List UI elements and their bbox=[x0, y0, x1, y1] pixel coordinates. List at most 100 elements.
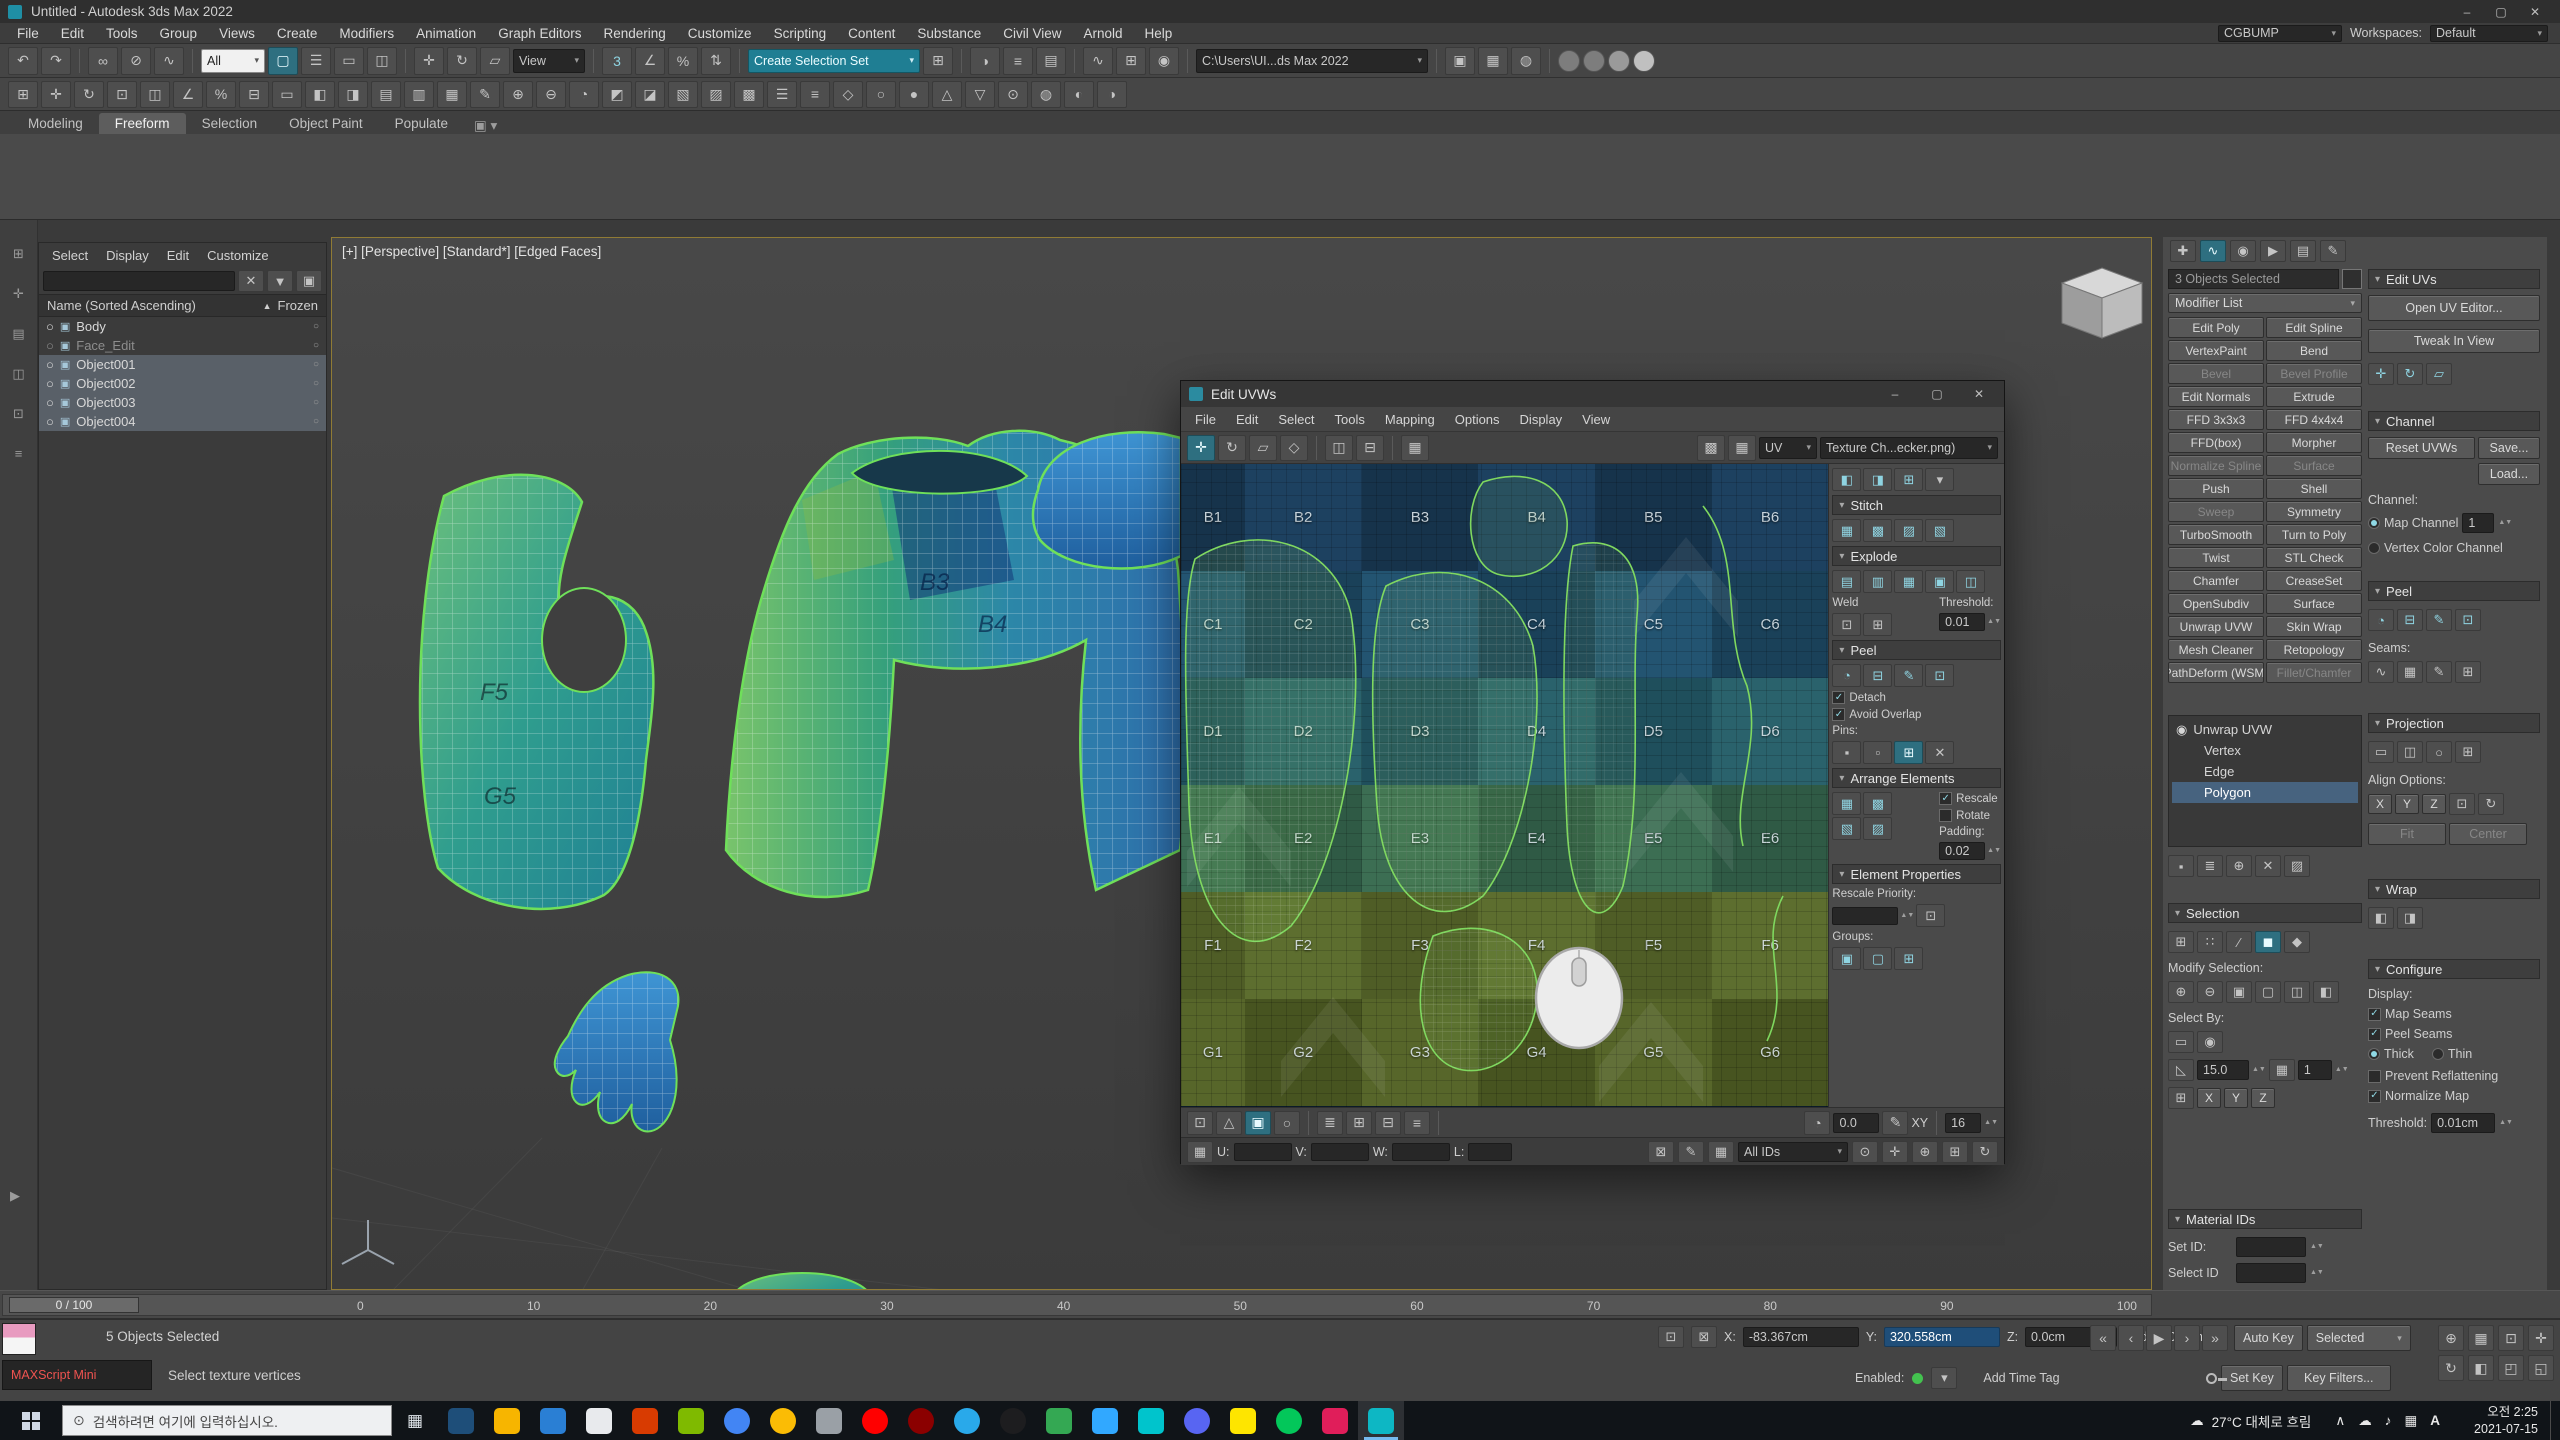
taskbar-app-icon[interactable] bbox=[760, 1401, 806, 1440]
tab-hierarchy-icon[interactable]: ◉ bbox=[2230, 240, 2256, 262]
menu-item[interactable]: Tools bbox=[95, 26, 149, 41]
uv-grid-cell[interactable]: D3 bbox=[1362, 678, 1479, 785]
checker-pattern-icon[interactable]: ▦ bbox=[1728, 435, 1756, 461]
modifier-button[interactable]: FFD 4x4x4 bbox=[2266, 409, 2362, 430]
uv-grid-cell[interactable]: F1 bbox=[1181, 892, 1245, 999]
uv-grid-cell[interactable]: B6 bbox=[1712, 464, 1829, 571]
field-of-view-icon[interactable]: ◧ bbox=[2468, 1355, 2494, 1381]
peel-mode-icon[interactable]: ⊟ bbox=[1863, 664, 1892, 687]
explorer-menu-item[interactable]: Customize bbox=[198, 248, 277, 263]
modifier-button[interactable]: Bevel bbox=[2168, 363, 2264, 384]
spinner-icon[interactable]: ▲▼ bbox=[2498, 520, 2512, 526]
next-frame-icon[interactable]: › bbox=[2174, 1325, 2200, 1351]
list-item[interactable]: ○▣Object004○ bbox=[39, 412, 326, 431]
ungroup-icon[interactable]: ▢ bbox=[1863, 947, 1892, 970]
object-name-field[interactable]: 3 Objects Selected bbox=[2168, 269, 2339, 289]
taskbar-app-icon[interactable] bbox=[530, 1401, 576, 1440]
select-plus-icon[interactable]: ⊞ bbox=[2168, 931, 2194, 953]
reset-peel-icon[interactable]: ⊡ bbox=[1925, 664, 1954, 687]
mirror-horizontal-icon[interactable]: ◫ bbox=[1325, 435, 1353, 461]
map-channel-radio[interactable] bbox=[2368, 517, 2380, 529]
add-time-tag-label[interactable]: Add Time Tag bbox=[1983, 1371, 2059, 1385]
toolbar2-icon[interactable]: ◩ bbox=[602, 81, 632, 108]
detach-edge-icon[interactable]: ▥ bbox=[1863, 570, 1892, 593]
zoom-region-icon[interactable]: ◰ bbox=[2498, 1355, 2524, 1381]
show-globe-icon[interactable]: ○ bbox=[1274, 1111, 1300, 1135]
stitch-average-icon[interactable]: ▩ bbox=[1863, 519, 1892, 542]
selection-lock-icon[interactable]: ⊠ bbox=[1691, 1326, 1717, 1348]
toolbar2-icon[interactable]: ↻ bbox=[74, 81, 104, 108]
toolbar2-icon[interactable]: ○ bbox=[866, 81, 896, 108]
axis-x-button[interactable]: X bbox=[2197, 1088, 2221, 1108]
quick-peel-icon[interactable]: ◔ bbox=[1832, 664, 1861, 687]
taskbar-app-icon-3dsmax-active[interactable] bbox=[1358, 1401, 1404, 1440]
wrap-cylinder-icon[interactable]: ◧ bbox=[2368, 907, 2394, 929]
peel-seams-checkbox[interactable]: ✓ bbox=[2368, 1028, 2381, 1041]
stack-sub-vertex[interactable]: Vertex bbox=[2172, 740, 2358, 761]
center-button[interactable]: Center bbox=[2449, 823, 2527, 845]
spinner-icon[interactable]: ▲▼ bbox=[2252, 1067, 2266, 1073]
strip-icon-move[interactable]: ✛ bbox=[13, 286, 24, 302]
stack-modifier-row[interactable]: ◉ Unwrap UVW bbox=[2172, 719, 2358, 740]
matid-select-icon[interactable]: ▦ bbox=[2269, 1059, 2295, 1081]
spherical-map-icon[interactable]: ○ bbox=[2426, 741, 2452, 763]
group-icon[interactable]: ▣ bbox=[1832, 947, 1861, 970]
configure-modifier-sets-icon[interactable]: ▨ bbox=[2284, 855, 2310, 877]
taskbar-app-icon[interactable] bbox=[484, 1401, 530, 1440]
uv-move-gizmo-icon[interactable]: ✛ bbox=[2368, 363, 2394, 385]
uv-grid-cell[interactable]: E2 bbox=[1245, 785, 1362, 892]
menu-item[interactable]: Animation bbox=[405, 26, 487, 41]
dialog-menu-item[interactable]: Options bbox=[1445, 412, 1510, 427]
zoom-view-icon[interactable]: ⊕ bbox=[1912, 1141, 1938, 1163]
strip-icon-grid[interactable]: ⊞ bbox=[13, 246, 24, 262]
toolbar2-icon[interactable]: ▧ bbox=[668, 81, 698, 108]
weld-selected-icon[interactable]: ⊡ bbox=[1832, 613, 1861, 636]
toolbar2-icon[interactable]: ◑ bbox=[1097, 81, 1127, 108]
toolbar2-icon[interactable]: ◔ bbox=[569, 81, 599, 108]
rotate-icon[interactable]: ↻ bbox=[447, 47, 477, 75]
uv-grid-cell[interactable]: C3 bbox=[1362, 571, 1479, 678]
make-unique-icon[interactable]: ⊕ bbox=[2226, 855, 2252, 877]
toolbar2-icon[interactable]: ◫ bbox=[140, 81, 170, 108]
uv-rotate-gizmo-icon[interactable]: ↻ bbox=[2397, 363, 2423, 385]
uv-grid-cell[interactable]: F2 bbox=[1245, 892, 1362, 999]
go-to-end-icon[interactable]: » bbox=[2202, 1325, 2228, 1351]
toolbar2-icon[interactable]: ● bbox=[899, 81, 929, 108]
modifier-button[interactable]: Chamfer bbox=[2168, 570, 2264, 591]
menu-item[interactable]: Graph Editors bbox=[487, 26, 592, 41]
flatten-smoothing-icon[interactable]: ▣ bbox=[1925, 570, 1954, 593]
apply-priority-icon[interactable]: ⊡ bbox=[1916, 904, 1945, 927]
uv-mode-dropdown[interactable]: UV▾ bbox=[1759, 437, 1817, 459]
lock-selection-icon[interactable]: ⊠ bbox=[1648, 1141, 1674, 1163]
modifier-button[interactable]: Shell bbox=[2266, 478, 2362, 499]
map-channel-field[interactable]: 1 bbox=[2462, 513, 2494, 533]
edit-seams-icon[interactable]: ∿ bbox=[2368, 661, 2394, 683]
align-x-button[interactable]: X bbox=[2368, 794, 2392, 814]
selection-rollout-header[interactable]: Selection bbox=[2168, 903, 2362, 923]
uv-grid-cell[interactable]: C5 bbox=[1595, 571, 1712, 678]
toolbar2-icon[interactable]: ⊙ bbox=[998, 81, 1028, 108]
frozen-column-header[interactable]: Frozen bbox=[278, 298, 318, 313]
uv-editor-canvas[interactable]: B1B2B3B4B5B6 C1C2C3C4C5C6 D1D2D3D4D5D6 E… bbox=[1181, 464, 1828, 1107]
modifier-button[interactable]: Normalize Spline bbox=[2168, 455, 2264, 476]
frozen-dot-icon[interactable]: ○ bbox=[313, 397, 319, 408]
v-field[interactable] bbox=[1311, 1143, 1369, 1161]
spinner-icon[interactable]: ▲▼ bbox=[2310, 1244, 2324, 1250]
edge-distance-icon[interactable]: ⊞ bbox=[1894, 468, 1923, 491]
modifier-button[interactable]: Edit Poly bbox=[2168, 317, 2264, 338]
filter-ids-icon[interactable]: ▦ bbox=[1708, 1141, 1734, 1163]
bind-to-spacewarp-icon[interactable]: ∿ bbox=[154, 47, 184, 75]
uv-grid-cell[interactable]: D4 bbox=[1478, 678, 1595, 785]
frozen-dot-icon[interactable]: ○ bbox=[313, 378, 319, 389]
weld-all-icon[interactable]: ⊞ bbox=[1863, 613, 1892, 636]
strip-icon-list[interactable]: ▤ bbox=[12, 326, 24, 342]
toolbar2-icon[interactable]: % bbox=[206, 81, 236, 108]
modifier-button[interactable]: OpenSubdiv bbox=[2168, 593, 2264, 614]
align-to-view-icon[interactable]: ↻ bbox=[2478, 793, 2504, 815]
select-id-field[interactable] bbox=[2236, 1263, 2306, 1283]
snaps-toggle-icon[interactable]: 3 bbox=[602, 47, 632, 75]
toolbar2-icon[interactable]: ☰ bbox=[767, 81, 797, 108]
reset-peel-icon[interactable]: ⊡ bbox=[2455, 609, 2481, 631]
load-button[interactable]: Load... bbox=[2478, 463, 2540, 485]
list-item[interactable]: ○▣Object002○ bbox=[39, 374, 326, 393]
